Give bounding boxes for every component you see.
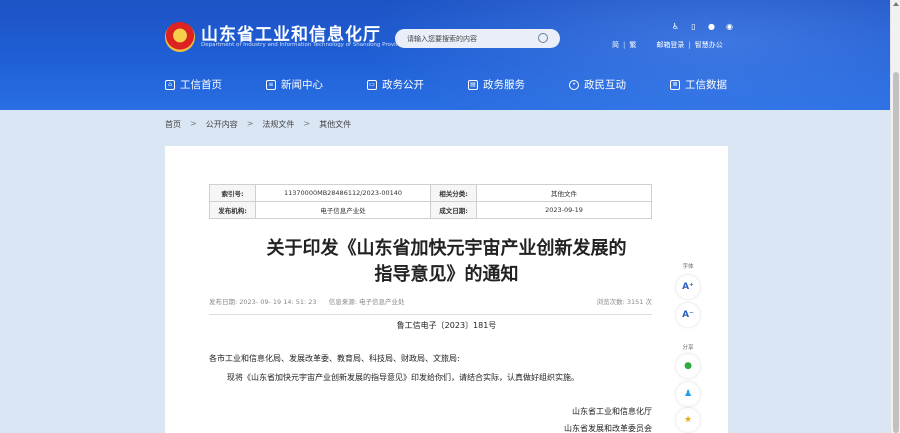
scroll-thumb[interactable]	[893, 72, 899, 433]
mail-login-link[interactable]: 邮箱登录	[656, 40, 684, 50]
main-nav: ⌂ 工信首页 ≡ 新闻中心 ▭ 政务公开 ▤ 政务服务 • 政民互动 ≣ 工信数据	[0, 72, 890, 98]
nav-item-public[interactable]: ▭ 政务公开	[367, 77, 424, 92]
share-label: 分享	[682, 345, 694, 351]
document-title: 关于印发《山东省加快元宇宙产业创新发展的 指导意见》的通知	[165, 236, 728, 288]
issuer-label: 发布机构:	[209, 201, 256, 219]
nav-label: 政务公开	[382, 79, 424, 91]
wechat-share-icon[interactable]: ●	[676, 354, 700, 378]
nav-label: 政务服务	[483, 79, 525, 91]
divider	[209, 314, 652, 315]
metadata-table: 索引号: 11370000MB28486112/2023-00140 相关分类:…	[209, 184, 652, 219]
info-source: 信息来源: 电子信息产业处	[328, 298, 405, 306]
title-line: 指导意见》的通知	[374, 264, 519, 285]
category-value: 其他文件	[476, 184, 652, 202]
nav-item-services[interactable]: ▤ 政务服务	[468, 77, 525, 92]
nav-label: 工信首页	[180, 79, 222, 91]
smart-office-link[interactable]: 智慧办公	[695, 40, 723, 50]
search-icon[interactable]	[538, 33, 548, 43]
breadcrumb-separator: >	[303, 119, 311, 128]
issuer-value: 电子信息产业处	[255, 201, 431, 219]
scroll-up-arrow-icon[interactable]	[893, 2, 899, 6]
news-icon: ≡	[266, 79, 276, 90]
nav-item-home[interactable]: ⌂ 工信首页	[165, 77, 222, 92]
date-value: 2023-09-19	[476, 201, 652, 219]
view-count: 浏览次数: 3151 次	[596, 298, 652, 306]
top-links: 简 | 繁 邮箱登录 | 智慧办公	[612, 40, 723, 50]
traditional-link[interactable]: 繁	[629, 40, 636, 50]
publish-time: 发布日期: 2023- 09- 19 14: 51: 23	[209, 298, 317, 306]
breadcrumb-home[interactable]: 首页	[165, 119, 181, 130]
breadcrumb-public[interactable]: 公开内容	[206, 119, 238, 130]
weibo-icon[interactable]: ◉	[725, 22, 734, 31]
database-icon: ≣	[670, 79, 680, 90]
home-icon: ⌂	[165, 79, 175, 90]
font-increase-button[interactable]: A⁺	[676, 275, 700, 299]
signature-1: 山东省工业和信息化厅	[572, 407, 652, 416]
site-header: 山东省工业和信息化厅 Department of Industry and In…	[0, 0, 890, 110]
document-number: 鲁工信电子〔2023〕181号	[396, 321, 497, 330]
divider: |	[688, 41, 691, 49]
nav-item-interaction[interactable]: • 政民互动	[569, 77, 626, 92]
breadcrumb-other[interactable]: 其他文件	[319, 119, 351, 130]
index-label: 索引号:	[209, 184, 256, 202]
index-value: 11370000MB28486112/2023-00140	[255, 184, 431, 202]
mobile-icon[interactable]: ▯	[689, 22, 698, 31]
title-line: 关于印发《山东省加快元宇宙产业创新发展的	[266, 238, 627, 259]
nav-label: 新闻中心	[281, 79, 323, 91]
search-box	[395, 29, 560, 48]
simplified-link[interactable]: 简	[612, 40, 619, 50]
breadcrumb-regulations[interactable]: 法规文件	[262, 119, 294, 130]
page-scrollbar[interactable]	[890, 0, 900, 433]
national-emblem-logo	[165, 22, 195, 52]
site-subtitle: Department of Industry and Information T…	[201, 42, 406, 48]
signature-2: 山东省发展和改革委员会	[564, 424, 652, 433]
nav-label: 政民互动	[584, 79, 626, 91]
table-row: 索引号: 11370000MB28486112/2023-00140 相关分类:…	[209, 184, 652, 202]
breadcrumb-separator: >	[190, 119, 197, 128]
monitor-icon: ▭	[367, 79, 377, 90]
nav-label: 工信数据	[685, 79, 727, 91]
qq-share-icon[interactable]: ♟	[676, 382, 700, 406]
breadcrumb: 首页 > 公开内容 > 法规文件 > 其他文件	[165, 119, 351, 130]
nav-item-news[interactable]: ≡ 新闻中心	[266, 77, 323, 92]
wechat-icon[interactable]: ●	[707, 22, 716, 31]
article-panel: 索引号: 11370000MB28486112/2023-00140 相关分类:…	[165, 146, 728, 433]
accessibility-icon[interactable]: ♿	[671, 22, 680, 31]
services-icon: ▤	[468, 79, 478, 90]
font-label: 字体	[682, 264, 694, 270]
category-label: 相关分类:	[430, 184, 477, 202]
chat-icon: •	[569, 79, 579, 90]
divider: |	[623, 41, 626, 49]
date-label: 成文日期:	[430, 201, 477, 219]
body-paragraph: 现将《山东省加快元宇宙产业创新发展的指导意见》印发给你们，请结合实际，认真做好组…	[227, 373, 579, 382]
publish-info: 发布日期: 2023- 09- 19 14: 51: 23 信息来源: 电子信息…	[209, 296, 652, 306]
table-row: 发布机构: 电子信息产业处 成文日期: 2023-09-19	[209, 201, 652, 219]
font-decrease-button[interactable]: A⁻	[676, 303, 700, 327]
recipient-paragraph: 各市工业和信息化局、发展改革委、教育局、科技局、财政局、文旅局:	[209, 354, 460, 363]
favorite-star-icon[interactable]: ★	[676, 408, 700, 432]
nav-item-data[interactable]: ≣ 工信数据	[670, 77, 727, 92]
search-input[interactable]	[407, 31, 532, 46]
accessibility-icons: ♿ ▯ ● ◉	[671, 22, 734, 31]
breadcrumb-separator: >	[246, 119, 254, 128]
